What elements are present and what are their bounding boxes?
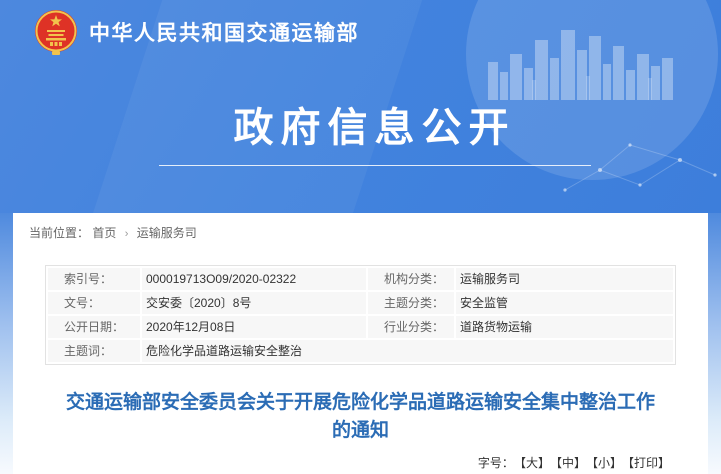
meta-value-topic-class: 安全监管 [456, 292, 673, 314]
fontsize-large-button[interactable]: 【大】 [520, 456, 550, 470]
banner: 中华人民共和国交通运输部 政府信息公开 [0, 0, 721, 213]
meta-value-industry: 道路货物运输 [456, 316, 673, 338]
breadcrumb-separator: › [125, 228, 129, 240]
fontsize-medium-button[interactable]: 【中】 [556, 456, 586, 470]
meta-label-org-class: 机构分类： [368, 268, 454, 290]
meta-value-org-class: 运输服务司 [456, 268, 673, 290]
breadcrumb-section-link[interactable]: 运输服务司 [137, 226, 197, 240]
print-button[interactable]: 【打印】 [628, 456, 670, 470]
brand: 中华人民共和国交通运输部 [34, 8, 359, 56]
breadcrumb: 当前位置： 首页 › 运输服务司 [13, 213, 708, 251]
page-title: 政府信息公开 [234, 95, 516, 153]
meta-value-pub-date: 2020年12月08日 [142, 316, 366, 338]
metadata-table: 索引号： 000019713O09/2020-02322 机构分类： 运输服务司… [45, 265, 676, 365]
meta-label-doc-no: 文号： [48, 292, 140, 314]
meta-label-pub-date: 公开日期： [48, 316, 140, 338]
national-emblem-icon [34, 8, 78, 56]
meta-label-topic-class: 主题分类： [368, 292, 454, 314]
meta-label-index-no: 索引号： [48, 268, 140, 290]
fontsize-toolbar: 字号： 【大】【中】【小】【打印】 [51, 455, 670, 471]
content-panel: 当前位置： 首页 › 运输服务司 索引号： 000019713O09/2020-… [13, 213, 708, 474]
fontsize-small-button[interactable]: 【小】 [592, 456, 622, 470]
breadcrumb-prefix: 当前位置： [29, 226, 89, 240]
document-title: 交通运输部安全委员会关于开展危险化学品道路运输安全集中整治工作的通知 [57, 389, 664, 445]
breadcrumb-home-link[interactable]: 首页 [92, 226, 116, 240]
fontsize-label: 字号： [478, 456, 514, 470]
title-underline [159, 165, 591, 166]
meta-value-keywords: 危险化学品道路运输安全整治 [142, 340, 673, 362]
page: 中华人民共和国交通运输部 政府信息公开 当前位置： 首页 › 运输服务司 索引号… [0, 0, 721, 474]
meta-label-keywords: 主题词： [48, 340, 140, 362]
city-skyline-graphic [488, 28, 678, 100]
meta-value-index-no: 000019713O09/2020-02322 [142, 268, 366, 290]
meta-value-doc-no: 交安委〔2020〕8号 [142, 292, 366, 314]
meta-label-industry: 行业分类： [368, 316, 454, 338]
site-name: 中华人民共和国交通运输部 [89, 17, 359, 47]
